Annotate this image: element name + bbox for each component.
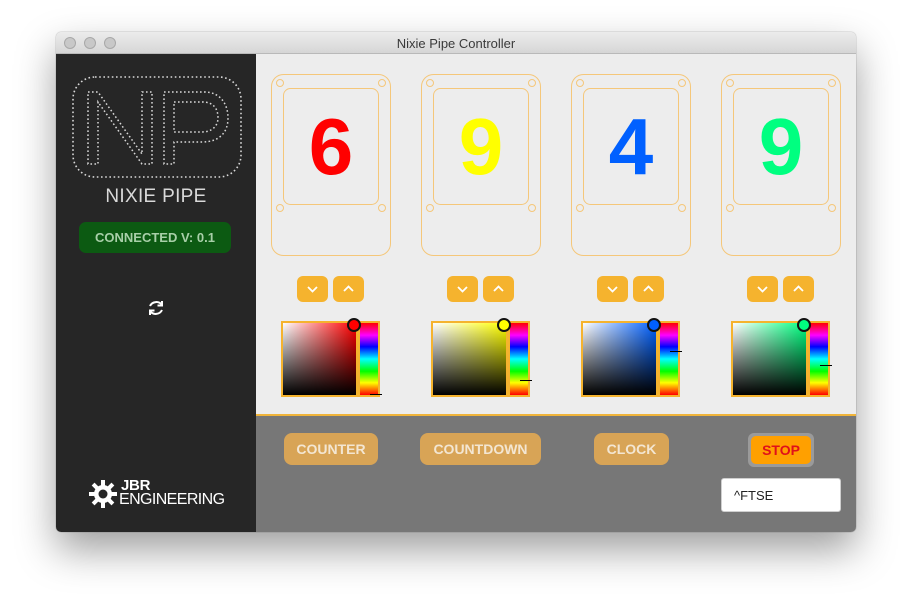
pipe-4-color-picker[interactable] — [731, 318, 832, 397]
saturation-value-area[interactable] — [733, 323, 806, 395]
pipe-digit: 9 — [758, 102, 804, 191]
company-logo: JBR ENGINEERING — [88, 477, 238, 517]
pipe-2-down-button[interactable] — [447, 276, 478, 302]
window-title: Nixie Pipe Controller — [396, 36, 516, 51]
chevron-down-icon — [457, 286, 468, 293]
pipe-1-up-button[interactable] — [333, 276, 364, 302]
hue-slider[interactable] — [660, 323, 682, 395]
countdown-button[interactable]: COUNTDOWN — [420, 433, 541, 465]
stop-button[interactable]: STOP — [748, 433, 814, 467]
pipe-1-color-picker[interactable] — [281, 318, 382, 397]
nixie-pipe-1: 6 — [271, 74, 391, 256]
pipe-3-color-picker[interactable] — [581, 318, 682, 397]
app-window: Nixie Pipe Controller NIXIE PIPE CONNECT… — [56, 32, 856, 532]
pipe-2-color-picker[interactable] — [431, 318, 532, 397]
chevron-up-icon — [793, 285, 804, 292]
controls-panel: COUNTER COUNTDOWN CLOCK STOP — [256, 416, 856, 532]
saturation-value-area[interactable] — [583, 323, 656, 395]
ticker-input[interactable] — [721, 478, 841, 512]
hue-slider[interactable] — [360, 323, 382, 395]
pipe-2-up-button[interactable] — [483, 276, 514, 302]
pipe-4-up-button[interactable] — [783, 276, 814, 302]
nixie-pipe-3: 4 — [571, 74, 691, 256]
counter-button[interactable]: COUNTER — [284, 433, 378, 465]
hue-slider[interactable] — [810, 323, 832, 395]
sidebar: NIXIE PIPE CONNECTED V: 0.1 JBR ENGINEER… — [56, 54, 256, 532]
title-bar: Nixie Pipe Controller — [56, 32, 856, 54]
color-handle[interactable] — [797, 318, 811, 332]
chevron-down-icon — [757, 286, 768, 293]
stop-button-label: STOP — [751, 436, 811, 464]
saturation-value-area[interactable] — [283, 323, 356, 395]
pipe-4-down-button[interactable] — [747, 276, 778, 302]
chevron-up-icon — [343, 285, 354, 292]
pipe-3-up-button[interactable] — [633, 276, 664, 302]
company-logo-line2: ENGINEERING — [119, 491, 225, 508]
chevron-down-icon — [607, 286, 618, 293]
gear-icon — [89, 480, 117, 508]
saturation-value-area[interactable] — [433, 323, 506, 395]
chevron-up-icon — [643, 285, 654, 292]
nixie-pipe-4: 9 — [721, 74, 841, 256]
nixie-pipe-logo — [72, 76, 242, 183]
pipes-panel: 6 9 4 9 — [256, 54, 856, 416]
pipe-1-down-button[interactable] — [297, 276, 328, 302]
color-handle[interactable] — [647, 318, 661, 332]
chevron-up-icon — [493, 285, 504, 292]
pipe-digit: 6 — [308, 102, 354, 191]
pipe-digit: 9 — [458, 102, 504, 191]
main-panel: 6 9 4 9 COUNTER COUNTDOWN CLOCK STOP ^FT… — [256, 54, 856, 532]
hue-slider[interactable] — [510, 323, 532, 395]
color-handle[interactable] — [497, 318, 511, 332]
connection-status-badge: CONNECTED V: 0.1 — [79, 222, 231, 253]
pipe-digit: 4 — [608, 102, 654, 191]
color-handle[interactable] — [347, 318, 361, 332]
nixie-pipe-2: 9 — [421, 74, 541, 256]
chevron-down-icon — [307, 286, 318, 293]
pipe-3-down-button[interactable] — [597, 276, 628, 302]
logo-caption: NIXIE PIPE — [105, 186, 207, 207]
clock-button[interactable]: CLOCK — [594, 433, 669, 465]
refresh-icon[interactable] — [145, 297, 167, 319]
